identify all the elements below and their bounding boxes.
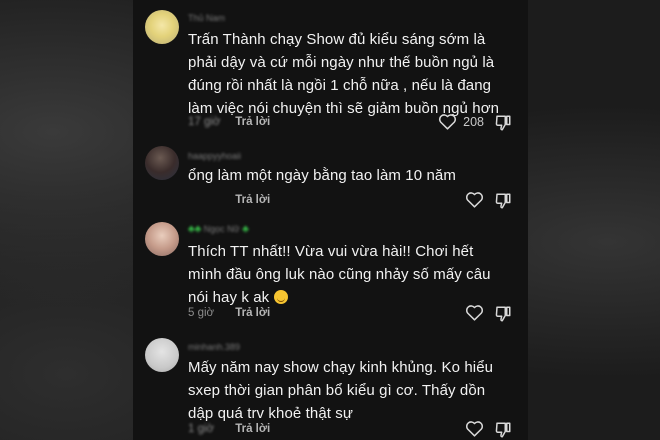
avatar[interactable]	[145, 10, 179, 44]
comment-time: 5 giờ	[188, 307, 215, 319]
comment-text-line: Mấy năm nay show chạy kinh khủng. Ko hiể…	[188, 359, 494, 376]
comment-text: Trấn Thành chạy Show đủ kiểu sáng sớm là…	[188, 28, 518, 120]
like-count: 208	[463, 114, 484, 129]
comment-time: 17 giờ	[188, 116, 221, 128]
comment-time: 1 giờ	[188, 423, 215, 435]
reply-button[interactable]: Trả lời	[235, 307, 270, 319]
thumbs-down-icon	[495, 422, 511, 438]
like-button[interactable]	[465, 191, 484, 208]
comment-text: ổng làm một ngày bằng tao làm 10 năm	[188, 164, 518, 187]
comment-text: Mấy năm nay show chạy kinh khủng. Ko hiể…	[188, 356, 518, 425]
comments-panel: Thủ Nam Trấn Thành chạy Show đủ kiểu sán…	[133, 0, 528, 440]
like-button[interactable]	[465, 420, 484, 437]
heart-outline-icon	[439, 114, 457, 130]
reply-button[interactable]: Trả lời	[235, 423, 270, 435]
comment-text-line: đúng rồi nhất là ngồi 1 chỗ nữa , nếu là…	[188, 77, 492, 94]
comment-text: Thích TT nhất!! Vừa vui vừa hài!! Chơi h…	[188, 240, 518, 309]
reply-button[interactable]: Trả lời	[235, 194, 270, 206]
comment-text-line: sxep thời gian phân bổ kiểu gì cơ. Thấy …	[188, 382, 486, 399]
heart-outline-icon	[465, 305, 484, 321]
clover-badge-icon: ♣♣	[188, 224, 202, 235]
dislike-button[interactable]	[494, 421, 512, 439]
comment-text-segment: nói hay k ak	[188, 289, 270, 306]
like-button[interactable]: 208	[438, 113, 484, 130]
thumbs-down-icon	[495, 306, 511, 322]
comment-username[interactable]: minhanh.389	[188, 342, 240, 352]
dislike-button[interactable]	[494, 114, 512, 132]
comment-text-line: phải dậy và cứ mỗi ngày như thế buồn ngủ…	[188, 54, 495, 71]
comment-username[interactable]: Thủ Nam	[188, 13, 225, 23]
heart-outline-icon	[465, 421, 484, 437]
like-button[interactable]	[465, 304, 484, 321]
avatar[interactable]	[145, 338, 179, 372]
comment-meta: 1 giờ Trả lời	[188, 423, 270, 435]
comment-meta: 5 giờ Trả lời	[188, 307, 270, 319]
comment-text-line: ổng làm một ngày bằng tao làm 10 năm	[188, 167, 456, 184]
thumbs-down-icon	[495, 193, 511, 209]
heart-outline-icon	[465, 192, 484, 208]
avatar[interactable]	[145, 146, 179, 180]
comment-username[interactable]: haappyyhoaii	[188, 151, 241, 161]
dislike-button[interactable]	[494, 305, 512, 323]
shushing-face-emoji	[273, 290, 288, 304]
reply-button[interactable]: Trả lời	[235, 116, 270, 128]
comment-meta: Trả lời	[188, 194, 270, 206]
comment-username-text: Ngọc Nữ	[203, 224, 240, 234]
dislike-button[interactable]	[494, 192, 512, 210]
comment-meta: 17 giờ Trả lời	[188, 116, 270, 128]
comment-text-line: Thích TT nhất!! Vừa vui vừa hài!! Chơi h…	[188, 243, 474, 260]
thumbs-down-icon	[495, 115, 511, 131]
comment-username[interactable]: ♣♣ Ngọc Nữ ♣	[188, 224, 249, 235]
comment-text-line: mình đầu ông luk nào cũng nhảy số mấy câ…	[188, 266, 491, 283]
avatar[interactable]	[145, 222, 179, 256]
comment-text-line: Trấn Thành chạy Show đủ kiểu sáng sớm là	[188, 31, 486, 48]
clover-badge-icon: ♣	[242, 224, 249, 235]
